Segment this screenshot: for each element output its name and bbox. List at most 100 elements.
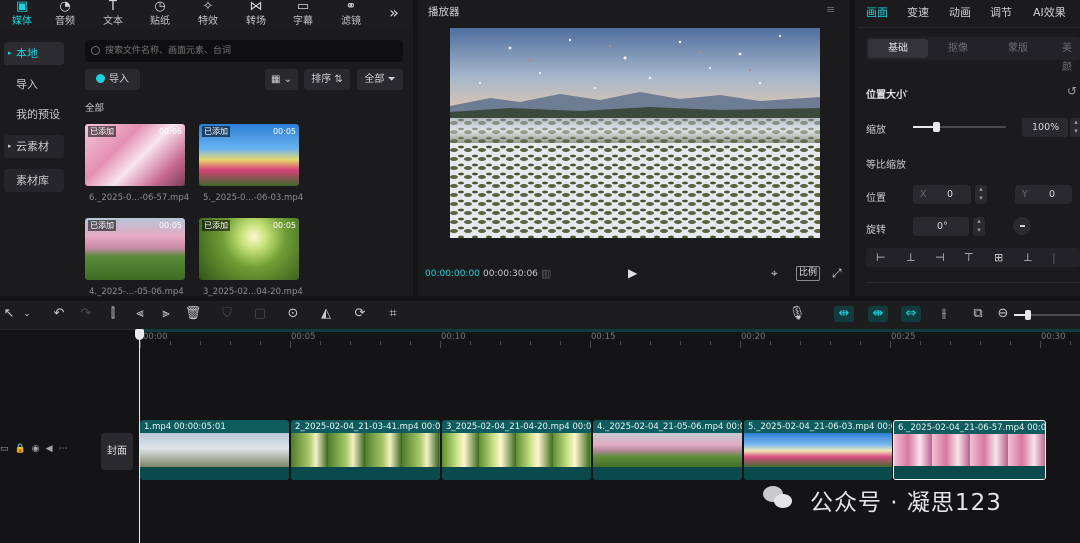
sort-button[interactable]: 排序 ⇅ (304, 69, 350, 90)
tab-animation[interactable]: 动画 (949, 4, 971, 20)
speaker-icon[interactable]: ◀ (46, 444, 59, 454)
distribute-icon[interactable]: | (1052, 248, 1056, 267)
tool-media[interactable]: ▣ 媒体 (0, 0, 44, 30)
rotation-stepper[interactable]: ▴ ▾ (973, 217, 985, 236)
pos-x-stepper[interactable]: ▴ ▾ (975, 185, 987, 204)
zoom-slider-handle[interactable] (1025, 310, 1031, 320)
redo-icon[interactable]: ↷ (77, 306, 95, 322)
delete-icon[interactable]: 🗑 (184, 306, 202, 322)
align-vcenter-icon[interactable]: ⊞ (994, 248, 1003, 267)
timeline-marker-icon[interactable]: ▥ (541, 267, 551, 280)
shield-icon[interactable]: ⛉ (218, 306, 236, 322)
subtab-beauty[interactable]: 美颜 (1048, 39, 1080, 73)
sidebar-item-library[interactable]: 素材库 (4, 169, 64, 192)
rotation-dial[interactable] (1013, 217, 1031, 235)
tool-audio[interactable]: ◔ 音频 (43, 0, 87, 30)
link-icon[interactable]: ⇔ (901, 306, 921, 322)
ruler-tick (650, 341, 651, 345)
rotation-field[interactable]: 0° (913, 217, 969, 236)
tool-effects[interactable]: ✧ 特效 (186, 0, 230, 30)
main-track-magnet-icon[interactable]: ⇹ (834, 306, 854, 322)
reset-icon[interactable]: ↺ (1067, 84, 1077, 98)
media-thumb-5[interactable]: 已添加 00:05 (199, 124, 299, 186)
aspect-ratio-button[interactable]: 比例 (796, 266, 821, 281)
more-icon[interactable]: ⋯ (59, 444, 74, 454)
align-left-icon[interactable]: ⊢ (876, 248, 886, 267)
pos-x-field[interactable]: X 0 (913, 185, 971, 204)
preview-axis-icon[interactable]: ⫲ (935, 306, 953, 322)
audio-strip (442, 467, 591, 480)
ruler-tick (230, 341, 231, 345)
tool-filter[interactable]: ⚭ 滤镜 (329, 0, 373, 30)
sidebar-item-presets[interactable]: 我的预设 (4, 103, 64, 126)
lock-icon[interactable]: 🔒 (15, 444, 32, 454)
view-mode-button[interactable]: ▦ ⌄ (265, 69, 298, 90)
video-preview[interactable] (450, 28, 820, 238)
ruler-label: 00:25 (891, 332, 916, 342)
eye-icon[interactable]: ◉ (32, 444, 46, 454)
tool-subtitle[interactable]: ▭ 字幕 (281, 0, 325, 30)
subtab-cutout[interactable]: 抠像 (928, 39, 988, 58)
play-icon[interactable]: ▶ (628, 266, 637, 280)
timeline-clip-4[interactable]: 4._2025-02-04_21-05-06.mp4 00:0 (593, 420, 742, 480)
scale-value-field[interactable]: 100% (1022, 118, 1068, 137)
subtab-basic[interactable]: 基础 (868, 39, 928, 58)
align-top-icon[interactable]: ⊤ (964, 248, 974, 267)
select-cursor-icon[interactable]: ↖ (0, 306, 18, 322)
zoom-fit-icon[interactable]: ⌖ (771, 266, 778, 281)
snap-icon[interactable]: ⇼ (868, 306, 888, 322)
rotate-icon[interactable]: ⟳ (351, 306, 369, 322)
clip-frames (744, 433, 892, 467)
tab-ai-effects[interactable]: AI效果 (1033, 4, 1066, 20)
playhead[interactable] (139, 329, 140, 543)
sidebar-item-import[interactable]: 导入 (4, 73, 64, 96)
search-input[interactable] (85, 40, 403, 62)
freeze-icon[interactable]: ▢ (251, 306, 269, 322)
tab-picture[interactable]: 画面 (866, 4, 888, 20)
subtab-mask[interactable]: 蒙版 (988, 39, 1048, 58)
timeline-clip-2[interactable]: 2_2025-02-04_21-03-41.mp4 00:00: (291, 420, 440, 480)
tool-text[interactable]: T 文本 (91, 0, 135, 30)
ruler-label: 00:10 (441, 332, 466, 342)
crop-icon[interactable]: ⌗ (384, 306, 402, 322)
scale-slider-handle[interactable] (933, 122, 941, 132)
tool-transition[interactable]: ⋈ 转场 (234, 0, 278, 30)
timeline-clip-5[interactable]: 5._2025-02-04_21-06-03.mp4 00:00 (744, 420, 892, 480)
split-left-icon[interactable]: ⫷ (131, 306, 149, 322)
media-thumb-6[interactable]: 已添加 00:06 (85, 124, 185, 186)
thumbnail-icon[interactable]: ⧉ (969, 306, 987, 322)
tab-adjust[interactable]: 调节 (990, 4, 1012, 20)
split-right-icon[interactable]: ⫸ (157, 306, 175, 322)
media-thumb-4[interactable]: 已添加 00:05 (85, 218, 185, 280)
sidebar-item-cloud[interactable]: ▸ 云素材 (4, 135, 64, 158)
pos-y-field[interactable]: Y 0 (1015, 185, 1072, 204)
align-hcenter-icon[interactable]: ⊥ (906, 248, 916, 267)
menu-icon[interactable]: ≡ (826, 3, 835, 16)
timeline-clip-3[interactable]: 3_2025-02-04_21-04-20.mp4 00:00: (442, 420, 591, 480)
timeline-zoom-slider[interactable] (1014, 310, 1080, 320)
align-right-icon[interactable]: ⊣ (935, 248, 945, 267)
import-button[interactable]: 导入 (85, 69, 140, 90)
scale-stepper[interactable]: ▴ ▾ (1070, 118, 1080, 137)
mirror-icon[interactable]: ◭ (317, 306, 335, 322)
tool-sticker[interactable]: ◷ 贴纸 (138, 0, 182, 30)
play-circle-icon[interactable]: ⊙ (284, 306, 302, 322)
sidebar-item-local[interactable]: ▸ 本地 (4, 42, 64, 65)
scale-slider[interactable] (913, 122, 1006, 132)
timeline-clip-6-selected[interactable]: 6._2025-02-04_21-06-57.mp4 00:00 (893, 420, 1046, 480)
align-bottom-icon[interactable]: ⊥ (1023, 248, 1033, 267)
playhead-handle[interactable] (135, 329, 144, 340)
fullscreen-icon[interactable]: ⤢ (832, 266, 842, 281)
filter-all-button[interactable]: 全部 ⏷ (357, 69, 403, 90)
zoom-out-icon[interactable]: ⊖ (994, 306, 1012, 322)
timeline-clip-1[interactable]: 1.mp4 00:00:05:01 (140, 420, 289, 480)
microphone-icon[interactable]: 🎙 (788, 306, 806, 322)
more-tools-button[interactable]: » (378, 0, 410, 30)
undo-icon[interactable]: ↶ (50, 306, 68, 322)
tab-speed[interactable]: 变速 (907, 4, 929, 20)
cover-button[interactable]: 封面 (101, 433, 133, 470)
track-video-icon[interactable]: ▭ (0, 444, 15, 454)
split-icon[interactable]: ⫿ (104, 306, 122, 322)
media-thumb-3[interactable]: 已添加 00:05 (199, 218, 299, 280)
chevron-down-icon[interactable]: ⌄ (18, 306, 36, 322)
